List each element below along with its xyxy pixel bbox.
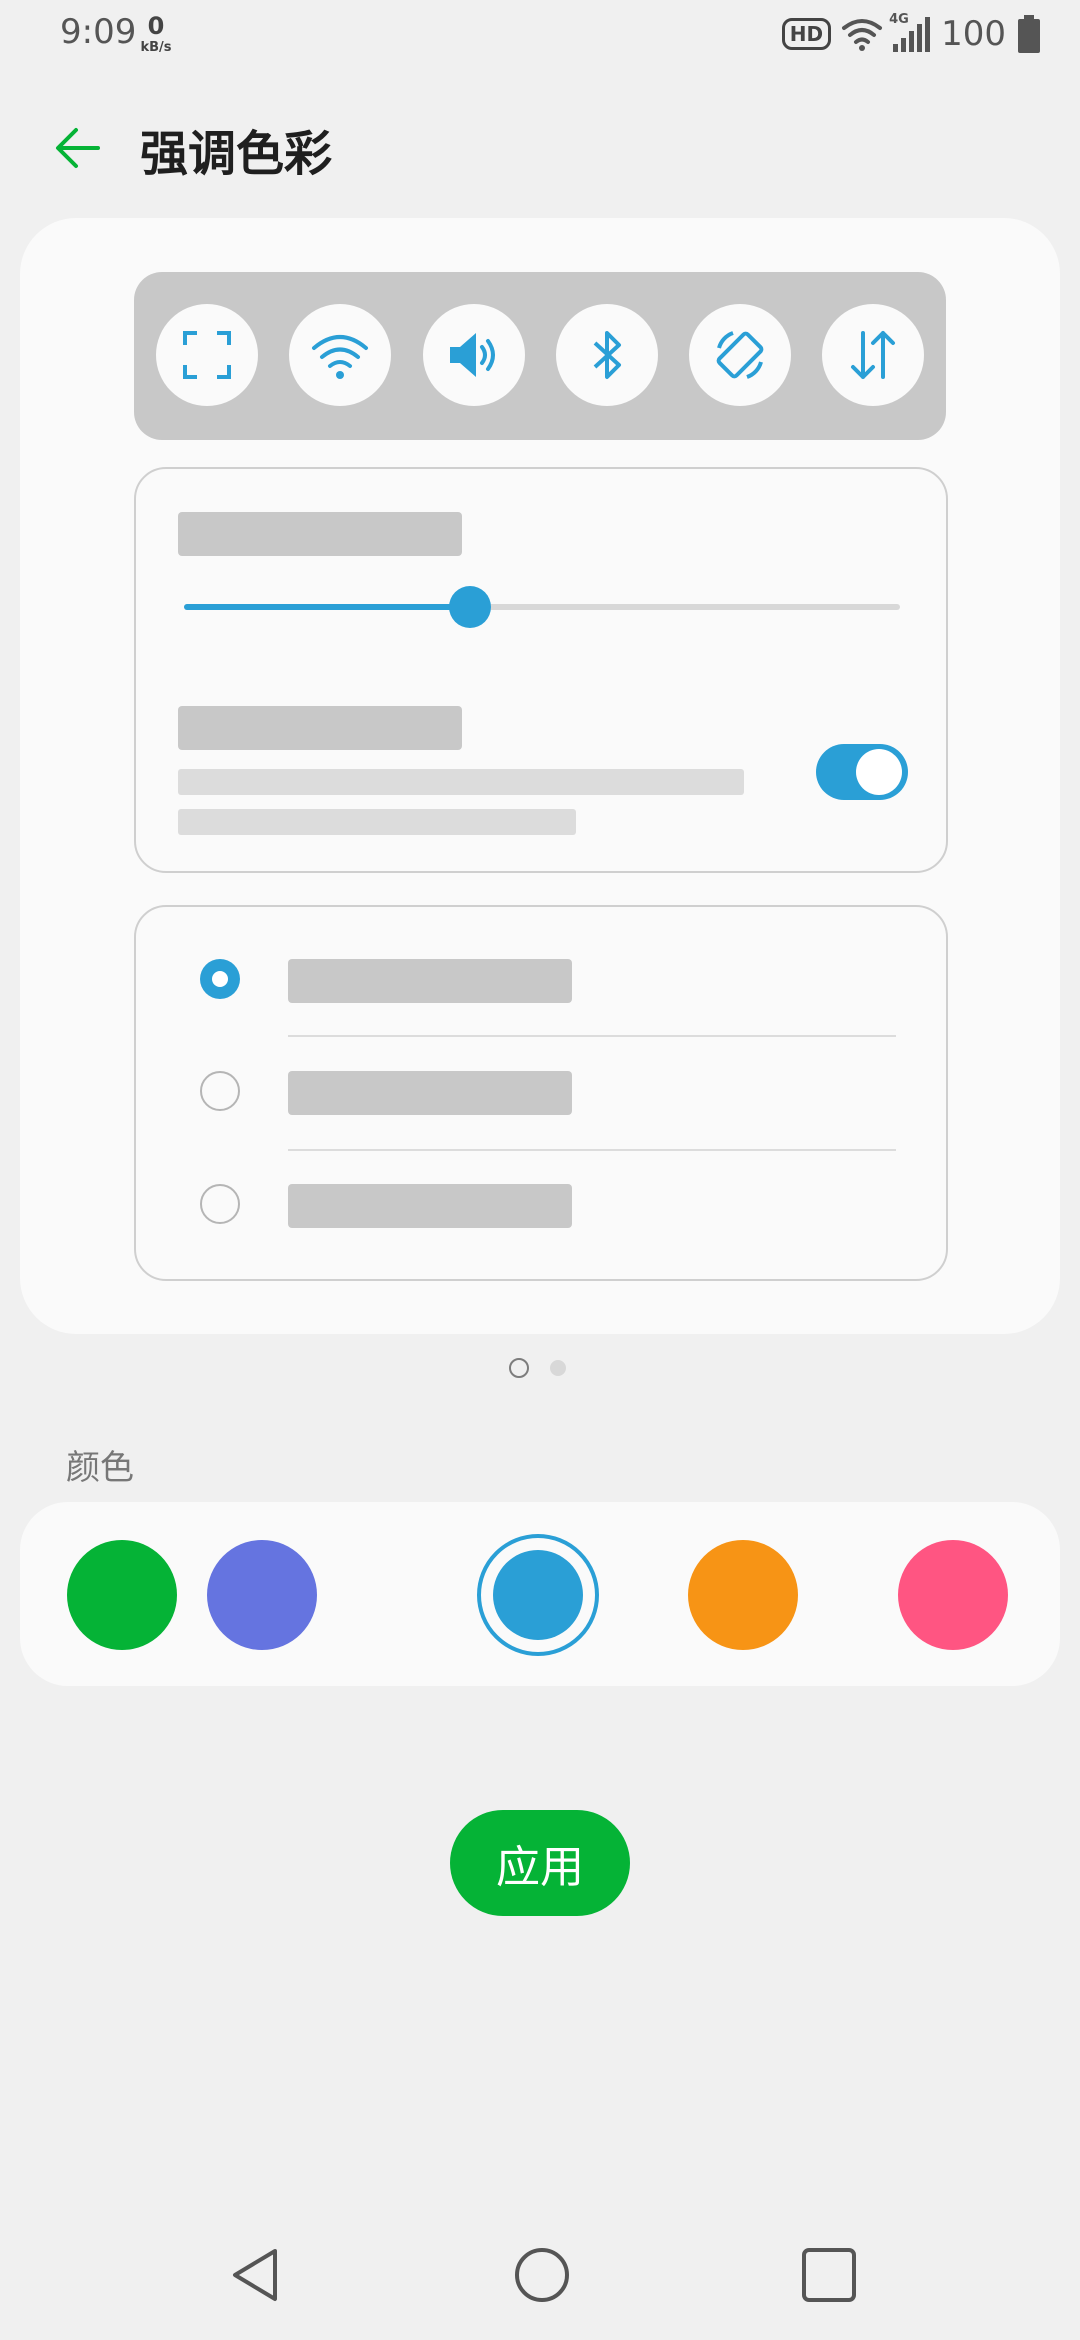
quick-settings-preview [134, 272, 946, 440]
wifi-status-icon [842, 19, 883, 51]
mobile-data-icon [851, 331, 895, 379]
net-speed-unit: kB/s [140, 40, 172, 55]
placeholder-bar [288, 1184, 572, 1228]
page-indicator [0, 1358, 1080, 1378]
swatch-fill [207, 1540, 317, 1650]
radio-preview [200, 1184, 240, 1224]
screenshot-icon [183, 331, 231, 379]
slider-preview [184, 586, 900, 628]
status-icons: HD 4G 100 [781, 12, 1040, 54]
qs-mobile-data [822, 304, 924, 406]
color-swatch-indigo[interactable] [201, 1534, 323, 1656]
page-dot-active[interactable] [509, 1358, 529, 1378]
nav-back-button[interactable] [222, 2242, 288, 2308]
nav-recents-icon [802, 2248, 856, 2302]
swatch-fill [898, 1540, 1008, 1650]
nav-back-icon [233, 2249, 277, 2301]
navigation-bar [0, 2230, 1080, 2320]
page-dot[interactable] [550, 1360, 566, 1376]
toggle-knob [856, 749, 902, 795]
auto-rotate-icon [716, 331, 764, 379]
status-bar: 9:09 0 kB/s HD 4G 100 [0, 0, 1080, 70]
placeholder-bar [178, 706, 462, 750]
divider [288, 1149, 896, 1151]
qs-bluetooth [556, 304, 658, 406]
page-title: 强调色彩 [140, 126, 333, 182]
settings-preview-panel [134, 467, 948, 873]
placeholder-bar [288, 959, 572, 1003]
radio-preview-panel [134, 905, 948, 1281]
color-swatch-green[interactable] [61, 1534, 183, 1656]
back-button[interactable] [50, 118, 110, 178]
battery-icon [1018, 15, 1040, 53]
swatch-fill [67, 1540, 177, 1650]
cell-signal: 4G [889, 12, 931, 54]
swatch-fill [493, 1550, 583, 1640]
apply-button[interactable]: 应用 [450, 1810, 630, 1916]
wifi-icon [312, 335, 368, 379]
header: 强调色彩 [0, 100, 1080, 190]
nav-recents-button[interactable] [796, 2242, 862, 2308]
signal-bars-icon [893, 17, 931, 52]
hd-badge: HD [781, 18, 832, 50]
radio-preview-selected [200, 959, 240, 999]
slider-thumb [449, 586, 492, 628]
qs-auto-rotate [689, 304, 791, 406]
placeholder-line [178, 809, 576, 835]
net-speed-value: 0 [147, 12, 165, 40]
placeholder-line [178, 769, 744, 795]
nav-home-button[interactable] [509, 2242, 575, 2308]
arrow-left-icon [56, 128, 100, 168]
color-picker [20, 1502, 1060, 1686]
battery-level: 100 [941, 14, 1006, 54]
colors-section-label: 颜色 [66, 1448, 134, 1488]
color-swatch-blue[interactable] [477, 1534, 599, 1656]
status-time: 9:09 [60, 12, 137, 52]
volume-icon [450, 333, 495, 377]
slider-fill [184, 604, 471, 610]
bluetooth-icon [593, 331, 621, 379]
net-speed: 0 kB/s [136, 14, 176, 54]
preview-card [20, 218, 1060, 1334]
swatch-fill [688, 1540, 798, 1650]
placeholder-bar [178, 512, 462, 556]
qs-screenshot [156, 304, 258, 406]
qs-wifi [289, 304, 391, 406]
qs-volume [423, 304, 525, 406]
nav-home-icon [515, 2248, 569, 2302]
radio-preview [200, 1071, 240, 1111]
toggle-preview [816, 744, 908, 800]
placeholder-bar [288, 1071, 572, 1115]
color-swatch-pink[interactable] [892, 1534, 1014, 1656]
divider [288, 1035, 896, 1037]
color-swatch-orange[interactable] [682, 1534, 804, 1656]
